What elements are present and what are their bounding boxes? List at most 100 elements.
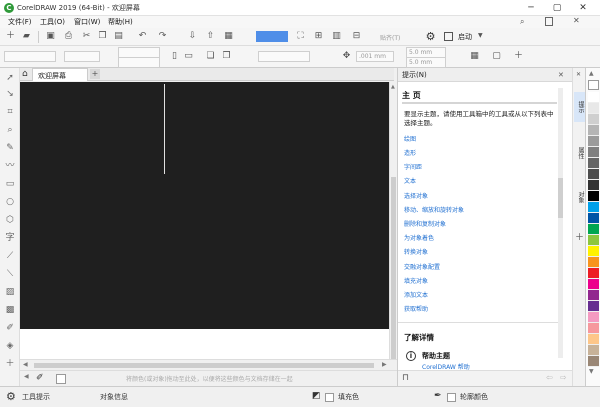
zoom-tool-icon[interactable]: ⌕ bbox=[4, 124, 16, 136]
palette-up-icon[interactable]: ▲ bbox=[589, 70, 594, 77]
hint-topic-link[interactable]: 文本 bbox=[404, 176, 416, 185]
color-swatch[interactable] bbox=[588, 114, 599, 125]
new-document-icon[interactable]: ＋ bbox=[4, 30, 17, 43]
hint-topic-link[interactable]: 字间距 bbox=[404, 162, 422, 171]
polygon-tool-icon[interactable]: ⬡ bbox=[4, 214, 16, 226]
copy-icon[interactable]: ❐ bbox=[96, 30, 109, 43]
back-icon[interactable]: ⇦ bbox=[546, 373, 553, 382]
horizontal-scroll-thumb[interactable] bbox=[34, 363, 374, 368]
import-icon[interactable]: ⇩ bbox=[186, 30, 199, 43]
search-icon[interactable]: ⌕ bbox=[520, 17, 524, 27]
nudge-icon[interactable]: ✥ bbox=[340, 50, 353, 63]
lock-icon[interactable]: ⊓ bbox=[402, 373, 409, 383]
color-swatch[interactable] bbox=[588, 268, 599, 279]
current-page-icon[interactable]: ❐ bbox=[220, 50, 233, 63]
redo-icon[interactable]: ↷ bbox=[156, 30, 169, 43]
doc-close-icon[interactable]: ✕ bbox=[573, 16, 580, 25]
color-swatch[interactable] bbox=[588, 125, 599, 136]
snap-to-label[interactable]: 贴齐(T) bbox=[380, 33, 400, 42]
scroll-left-icon[interactable]: ◀ bbox=[23, 361, 28, 368]
forward-icon[interactable]: ⇨ bbox=[560, 373, 567, 382]
interactive-fill-icon[interactable]: ◈ bbox=[4, 340, 16, 352]
color-swatch[interactable] bbox=[588, 246, 599, 257]
hint-topic-link[interactable]: 绘图 bbox=[404, 134, 416, 143]
menu-file[interactable]: 文件(F) bbox=[8, 17, 32, 27]
landscape-icon[interactable]: ▭ bbox=[182, 50, 195, 63]
shape-tool-icon[interactable]: ↘ bbox=[4, 88, 16, 100]
grid-icon[interactable]: ⊞ bbox=[312, 30, 325, 43]
palette-down-icon[interactable]: ▼ bbox=[589, 368, 594, 375]
tool-hints-gear-icon[interactable]: ⚙ bbox=[6, 390, 16, 403]
hint-topic-link[interactable]: 转换对象 bbox=[404, 247, 428, 256]
doc-restore-icon[interactable] bbox=[545, 17, 553, 26]
hints-scrollbar[interactable] bbox=[558, 88, 563, 358]
color-swatch[interactable] bbox=[588, 136, 599, 147]
launch-icon[interactable] bbox=[444, 32, 453, 41]
hint-topic-link[interactable]: 移动、缩放和旋转对象 bbox=[404, 205, 464, 214]
undo-icon[interactable]: ↶ bbox=[136, 30, 149, 43]
transparency-tool-icon[interactable]: ▩ bbox=[4, 304, 16, 316]
text-tool-icon[interactable]: 字 bbox=[4, 232, 16, 244]
hint-topic-link[interactable]: 造形 bbox=[404, 148, 416, 157]
palette-left-icon[interactable]: ◀ bbox=[24, 373, 29, 380]
menu-tools[interactable]: 工具(O) bbox=[40, 17, 65, 27]
connector-tool-icon[interactable]: ⟍ bbox=[4, 268, 16, 280]
color-swatch[interactable] bbox=[588, 202, 599, 213]
vertical-scroll-thumb[interactable] bbox=[391, 177, 396, 367]
freehand-tool-icon[interactable]: ✎ bbox=[4, 142, 16, 154]
hint-topic-link[interactable]: 为对象着色 bbox=[404, 233, 434, 242]
color-swatch[interactable] bbox=[588, 312, 599, 323]
docker-collapse-icon[interactable]: ✕ bbox=[576, 71, 581, 78]
hints-scroll-thumb[interactable] bbox=[558, 178, 563, 218]
drop-shadow-icon[interactable]: ▨ bbox=[4, 286, 16, 298]
menu-help[interactable]: 帮助(H) bbox=[108, 17, 133, 27]
crop-tool-icon[interactable]: ⌗ bbox=[4, 106, 16, 118]
color-swatch[interactable] bbox=[588, 147, 599, 158]
color-swatch[interactable] bbox=[588, 290, 599, 301]
add-docker-icon[interactable]: ＋ bbox=[575, 230, 584, 243]
color-swatch[interactable] bbox=[588, 257, 599, 268]
rectangle-tool-icon[interactable]: ▭ bbox=[4, 178, 16, 190]
parallel-dimension-icon[interactable]: ⟋ bbox=[4, 250, 16, 262]
color-swatch[interactable] bbox=[588, 224, 599, 235]
zoom-level-input[interactable] bbox=[256, 31, 288, 42]
color-swatch[interactable] bbox=[588, 334, 599, 345]
tab-welcome[interactable]: 欢迎屏幕 bbox=[32, 68, 88, 81]
launch-chevron-down-icon[interactable]: ▼ bbox=[478, 32, 483, 39]
rulers-icon[interactable]: ▥ bbox=[330, 30, 343, 43]
all-pages-icon[interactable]: ❏ bbox=[204, 50, 217, 63]
docker-close-icon[interactable]: ✕ bbox=[558, 71, 564, 79]
color-swatch[interactable] bbox=[588, 323, 599, 334]
hint-topic-link[interactable]: 获取帮助 bbox=[404, 304, 428, 313]
nudge-distance-input[interactable]: .001 mm bbox=[356, 51, 394, 62]
minimize-icon[interactable]: ─ bbox=[520, 1, 542, 15]
eyedropper-tool-icon[interactable]: ✐ bbox=[4, 322, 16, 334]
color-swatch[interactable] bbox=[588, 169, 599, 180]
full-screen-icon[interactable]: ⛶ bbox=[294, 30, 307, 43]
pick-tool-icon[interactable]: ➚ bbox=[4, 72, 16, 84]
add-tool-icon[interactable]: ＋ bbox=[4, 358, 16, 370]
color-swatch[interactable] bbox=[588, 191, 599, 202]
publish-pdf-icon[interactable]: ▦ bbox=[222, 30, 235, 43]
color-swatch[interactable] bbox=[588, 235, 599, 246]
color-swatch[interactable] bbox=[588, 92, 599, 103]
export-icon[interactable]: ⇧ bbox=[204, 30, 217, 43]
cut-icon[interactable]: ✂ bbox=[80, 30, 93, 43]
hint-topic-link[interactable]: 添加文本 bbox=[404, 290, 428, 299]
maximize-icon[interactable]: ▢ bbox=[546, 1, 568, 15]
quick-customize-icon[interactable]: ▦ bbox=[468, 50, 481, 63]
welcome-canvas[interactable] bbox=[20, 82, 389, 329]
print-icon[interactable]: ⎙ bbox=[62, 30, 75, 43]
color-swatch[interactable] bbox=[588, 213, 599, 224]
ellipse-tool-icon[interactable]: ○ bbox=[4, 196, 16, 208]
scroll-right-icon[interactable]: ▶ bbox=[382, 361, 387, 368]
close-icon[interactable]: ✕ bbox=[572, 1, 594, 15]
color-swatch[interactable] bbox=[588, 279, 599, 290]
color-swatch[interactable] bbox=[588, 356, 599, 367]
color-swatch[interactable] bbox=[588, 103, 599, 114]
save-icon[interactable]: ▣ bbox=[44, 30, 57, 43]
duplicate-y-input[interactable]: 5.0 mm bbox=[406, 57, 446, 68]
open-folder-icon[interactable]: ▰ bbox=[20, 30, 33, 43]
horizontal-scrollbar[interactable]: ◀ ▶ bbox=[20, 359, 397, 370]
units-select[interactable] bbox=[258, 51, 310, 62]
